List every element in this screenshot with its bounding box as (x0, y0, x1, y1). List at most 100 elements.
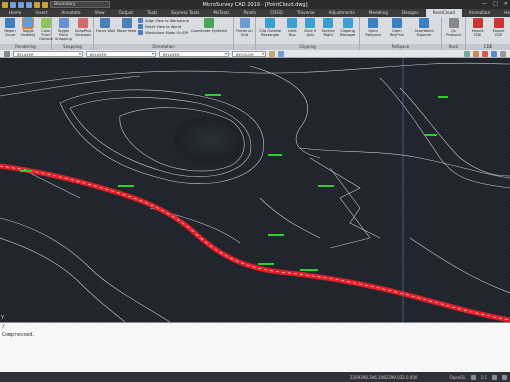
import-cde-button[interactable]: Import CDE (468, 18, 487, 37)
limit-box-icon (287, 18, 298, 28)
settings-icon[interactable] (500, 50, 506, 57)
limit-box-button[interactable]: Limit Box (284, 18, 300, 37)
settings-gear-icon[interactable] (492, 374, 497, 380)
drawing-canvas[interactable]: Y (0, 58, 510, 322)
section-right-icon (323, 18, 334, 28)
fullscreen-icon[interactable] (502, 374, 507, 380)
tab-mstools[interactable]: MsTools (206, 9, 236, 17)
tab-adjustments[interactable]: Adjustments (322, 9, 362, 17)
lineweight-combo[interactable]: BYLAYER (159, 50, 229, 57)
panel-rendering: Regen Cloud Toggle Visibility Color From O… (0, 17, 53, 50)
orientation-list: Align View to Workplane Reset View to Wor… (138, 18, 189, 35)
close-button[interactable]: ✕ (504, 1, 508, 7)
layer-combo[interactable]: BYLAYER (13, 50, 83, 57)
scanworld-explorer-button[interactable]: ScanWorld Explorer (409, 18, 439, 37)
tab-modeling[interactable]: Modeling (362, 9, 395, 17)
slice-x-axis-button[interactable]: Slice X Axis (302, 18, 318, 37)
tab-help[interactable]: Help (497, 9, 510, 17)
panel-cde: Import CDE Export CDE CDE (466, 17, 510, 50)
open-file-icon[interactable] (18, 1, 24, 8)
tab-annotate[interactable]: Annotate (54, 9, 87, 17)
slice-x-axis-icon (305, 18, 316, 28)
label-mark (118, 185, 134, 187)
tab-animation[interactable]: Animation (462, 9, 497, 17)
snap-icon[interactable] (464, 50, 470, 57)
label-mark (268, 154, 282, 156)
point-cloud-view (0, 58, 510, 322)
tab-insert[interactable]: Insert (28, 9, 54, 17)
label-mark (205, 94, 221, 96)
toggle-visibility-button[interactable]: Toggle Visibility (20, 17, 36, 37)
graphics-mode[interactable]: OpenGL (450, 375, 466, 380)
tab-home[interactable]: Home (2, 9, 28, 17)
color-combo[interactable]: BYCOLOR (232, 50, 266, 57)
properties-toolbar: BYLAYER BYLAYER BYLAYER BYCOLOR (0, 50, 510, 58)
open-respace-button[interactable]: Open ReSpace (362, 18, 384, 37)
export-cde-button[interactable]: Export CDE (489, 18, 508, 37)
maximize-button[interactable]: □ (493, 1, 498, 7)
draw-icon[interactable] (482, 50, 488, 57)
layer-state-icon[interactable] (4, 50, 10, 57)
modify-icon[interactable] (491, 50, 497, 57)
label-mark (268, 234, 284, 236)
osnap-icon[interactable] (473, 50, 479, 57)
clipping-manager-icon (342, 18, 353, 28)
tab-view[interactable]: View (88, 9, 112, 17)
tool-label: Export CDE (492, 29, 505, 37)
orientation-item[interactable]: Align View to Workplane (138, 18, 189, 23)
match-properties-icon[interactable] (269, 50, 275, 57)
focus-wall-icon (100, 18, 111, 28)
tab-points[interactable]: Points (237, 9, 264, 17)
toggle-point-snapping-button[interactable]: Toggle Point Snapping (54, 18, 73, 41)
coordinate-systems-icon (203, 18, 214, 28)
tab-cogo[interactable]: COGO (263, 9, 290, 17)
tab-tools[interactable]: Tools (140, 9, 164, 17)
layer-manager-icon[interactable] (278, 50, 284, 57)
coordinate-systems-button[interactable]: Coordinate Systems (191, 18, 227, 33)
clip-outside-rectangle-button[interactable]: Clip Outside Rectangle (258, 18, 282, 37)
view-icon (138, 18, 144, 23)
tool-label: Clipping Manager (339, 29, 356, 37)
snapplus-viewport-button[interactable]: SnapPlus Viewport (75, 18, 91, 37)
terrain-pointcloud (0, 58, 510, 322)
tool-label: Move View (116, 29, 137, 33)
lock-icon[interactable] (470, 374, 476, 380)
view-icon (138, 30, 144, 35)
toggle-point-snapping-icon (58, 18, 69, 28)
orientation-item[interactable]: Reset View to World (138, 24, 189, 29)
regen-cloud-button[interactable]: Regen Cloud (2, 18, 18, 37)
tab-pointcloud[interactable]: PointCloud (425, 9, 462, 17)
tab-designs[interactable]: Designs (395, 9, 426, 17)
open-reyplus-button[interactable]: Open ReyPlus (386, 18, 407, 37)
app-menu-icon[interactable] (2, 1, 8, 8)
color-from-options-icon (41, 18, 51, 28)
points-on-grid-button[interactable]: Points on Grid (236, 18, 253, 37)
linetype-combo[interactable]: BYLAYER (86, 50, 156, 57)
tab-traverse[interactable]: Traverse (290, 9, 322, 17)
scanworld-explorer-icon (419, 18, 430, 28)
open-respace-icon (368, 18, 379, 28)
new-file-icon[interactable] (10, 1, 16, 8)
tool-label: Open ReSpace (365, 29, 381, 37)
status-bar: 2269398.346,1082399.032,0.000 OpenGL 1:1 (0, 372, 510, 382)
snapplus-viewport-icon (78, 18, 88, 28)
minimize-button[interactable]: — (482, 1, 487, 7)
orientation-item[interactable]: Workplane Mode On/Off (138, 30, 189, 35)
label-mark (438, 96, 448, 98)
undo-icon[interactable] (34, 1, 40, 8)
tab-express-tools[interactable]: Express Tools (164, 9, 206, 17)
regen-cloud-icon (5, 18, 15, 28)
clipping-manager-button[interactable]: Clipping Manager (338, 18, 357, 37)
command-history-line: / (2, 324, 6, 330)
qs-protocol-button[interactable]: Qs Protocol (444, 18, 463, 37)
redo-icon[interactable] (42, 1, 48, 8)
annotation-scale[interactable]: 1:1 (481, 375, 487, 380)
save-icon[interactable] (26, 1, 32, 8)
view-icon (138, 24, 144, 29)
move-view-button[interactable]: Move View (117, 18, 136, 33)
tab-output[interactable]: Output (112, 9, 141, 17)
command-window[interactable]: / Compressed. (0, 322, 510, 372)
workspace-selector[interactable]: Boundary (50, 1, 110, 8)
focus-wall-button[interactable]: Focus Wall (96, 18, 115, 33)
section-right-button[interactable]: Section Right (320, 18, 336, 37)
